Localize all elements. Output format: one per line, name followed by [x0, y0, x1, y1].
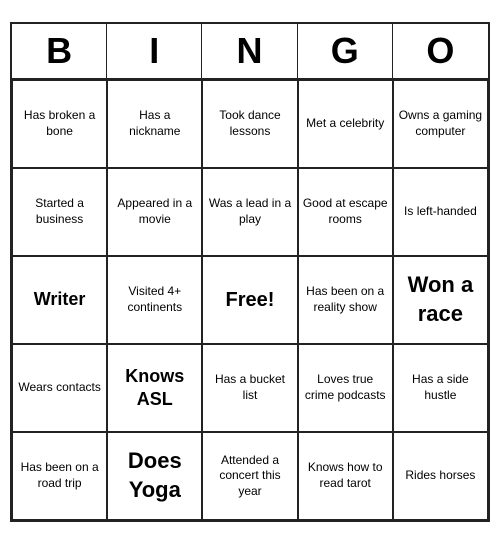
bingo-cell-10[interactable]: Writer [12, 256, 107, 344]
bingo-cell-22[interactable]: Attended a concert this year [202, 432, 297, 520]
bingo-cell-20[interactable]: Has been on a road trip [12, 432, 107, 520]
bingo-cell-7[interactable]: Was a lead in a play [202, 168, 297, 256]
cell-text-14: Won a race [398, 271, 483, 328]
bingo-header: BINGO [12, 24, 488, 80]
bingo-cell-15[interactable]: Wears contacts [12, 344, 107, 432]
bingo-cell-16[interactable]: Knows ASL [107, 344, 202, 432]
bingo-letter-G: G [298, 24, 393, 78]
bingo-cell-1[interactable]: Has a nickname [107, 80, 202, 168]
cell-text-13: Has been on a reality show [303, 284, 388, 315]
bingo-card: BINGO Has broken a bone Has a nickname Too… [10, 22, 490, 522]
cell-text-3: Met a celebrity [306, 116, 384, 132]
cell-text-10: Writer [34, 288, 86, 311]
cell-text-15: Wears contacts [18, 380, 100, 396]
cell-text-17: Has a bucket list [207, 372, 292, 403]
cell-text-8: Good at escape rooms [303, 196, 388, 227]
cell-text-7: Was a lead in a play [207, 196, 292, 227]
cell-text-22: Attended a concert this year [207, 453, 292, 500]
cell-text-0: Has broken a bone [17, 108, 102, 139]
cell-text-5: Started a business [17, 196, 102, 227]
cell-text-18: Loves true crime podcasts [303, 372, 388, 403]
bingo-cell-6[interactable]: Appeared in a movie [107, 168, 202, 256]
cell-text-23: Knows how to read tarot [303, 460, 388, 491]
bingo-cell-9[interactable]: Is left-handed [393, 168, 488, 256]
cell-text-6: Appeared in a movie [112, 196, 197, 227]
bingo-grid: Has broken a bone Has a nickname Took danc… [12, 80, 488, 520]
cell-text-2: Took dance lessons [207, 108, 292, 139]
cell-text-1: Has a nickname [112, 108, 197, 139]
bingo-cell-21[interactable]: Does Yoga [107, 432, 202, 520]
bingo-cell-23[interactable]: Knows how to read tarot [298, 432, 393, 520]
cell-text-11: Visited 4+ continents [112, 284, 197, 315]
cell-text-20: Has been on a road trip [17, 460, 102, 491]
cell-text-9: Is left-handed [404, 204, 477, 220]
bingo-letter-O: O [393, 24, 488, 78]
cell-text-21: Does Yoga [112, 447, 197, 504]
bingo-cell-0[interactable]: Has broken a bone [12, 80, 107, 168]
bingo-cell-13[interactable]: Has been on a reality show [298, 256, 393, 344]
bingo-cell-17[interactable]: Has a bucket list [202, 344, 297, 432]
bingo-letter-I: I [107, 24, 202, 78]
cell-text-24: Rides horses [405, 468, 475, 484]
bingo-cell-11[interactable]: Visited 4+ continents [107, 256, 202, 344]
bingo-cell-4[interactable]: Owns a gaming computer [393, 80, 488, 168]
bingo-cell-19[interactable]: Has a side hustle [393, 344, 488, 432]
bingo-letter-N: N [202, 24, 297, 78]
cell-text-12: Free! [226, 287, 275, 313]
bingo-cell-5[interactable]: Started a business [12, 168, 107, 256]
cell-text-4: Owns a gaming computer [398, 108, 483, 139]
bingo-cell-2[interactable]: Took dance lessons [202, 80, 297, 168]
bingo-cell-24[interactable]: Rides horses [393, 432, 488, 520]
bingo-letter-B: B [12, 24, 107, 78]
bingo-cell-18[interactable]: Loves true crime podcasts [298, 344, 393, 432]
cell-text-16: Knows ASL [112, 365, 197, 412]
bingo-cell-3[interactable]: Met a celebrity [298, 80, 393, 168]
bingo-cell-12[interactable]: Free! [202, 256, 297, 344]
bingo-cell-8[interactable]: Good at escape rooms [298, 168, 393, 256]
bingo-cell-14[interactable]: Won a race [393, 256, 488, 344]
cell-text-19: Has a side hustle [398, 372, 483, 403]
